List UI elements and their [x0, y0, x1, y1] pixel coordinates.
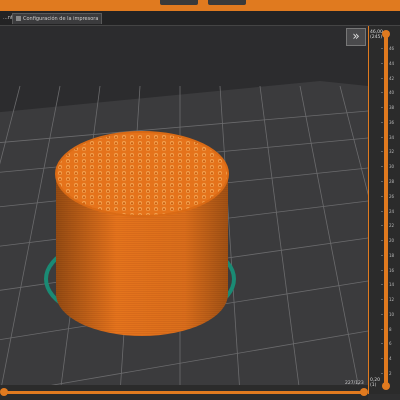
tick-mark	[381, 269, 383, 271]
tick-mark	[381, 62, 383, 64]
tick-mark	[381, 358, 383, 360]
tick-mark	[381, 299, 383, 301]
tick-label: 8	[389, 326, 392, 332]
tick-label: 46	[389, 46, 395, 51]
top-bar	[0, 0, 400, 11]
top-height-value: 46,00 (245)	[370, 30, 383, 40]
horizontal-slider-label: 227/123	[345, 381, 364, 386]
tick-mark	[381, 328, 383, 330]
tick-label: 12	[389, 297, 395, 303]
tick-mark	[381, 343, 383, 345]
tick-label: 22	[389, 223, 395, 229]
tick-label: 28	[389, 178, 395, 184]
tick-mark	[381, 254, 383, 256]
horizontal-slider-track	[4, 391, 364, 394]
printer-icon	[16, 16, 21, 21]
tick-label: 16	[389, 267, 395, 273]
horizontal-slider[interactable]: 227/123	[0, 381, 368, 400]
tick-label: 6	[389, 341, 392, 347]
tick-label: 36	[389, 119, 395, 125]
tick-label: 40	[389, 90, 395, 96]
tick-mark	[381, 373, 383, 374]
tab-printer-settings[interactable]: Configuración de la impresora	[12, 13, 103, 24]
bed-scene	[0, 81, 368, 394]
slider-fill	[384, 34, 388, 387]
tick-label: 14	[389, 282, 395, 288]
tick-label: 24	[389, 208, 395, 214]
tick-mark	[381, 313, 383, 315]
tick-label: 44	[389, 60, 395, 66]
tick-mark	[381, 121, 383, 123]
tick-mark	[381, 166, 383, 168]
tick-mark	[381, 136, 383, 138]
tick-mark	[381, 225, 383, 227]
tick-label: 2	[389, 371, 392, 376]
tick-mark	[381, 180, 383, 182]
tick-label: 32	[389, 149, 395, 155]
slider-bottom-handle[interactable]	[382, 382, 390, 390]
horizontal-slider-handle[interactable]	[360, 388, 368, 396]
tick-label: 4	[389, 356, 392, 362]
top-button[interactable]	[208, 0, 246, 5]
layer-slider[interactable]: 46,00 (245) 0,20 (1) 46 44 42 40 38 36 34 32 30 2…	[368, 26, 400, 394]
tick-mark	[381, 284, 383, 286]
tab-bar: ...nta Configuración de la impresora	[0, 11, 400, 26]
tick-mark	[381, 240, 383, 242]
tick-mark	[381, 77, 383, 79]
tick-mark	[381, 195, 383, 197]
tab-label: Configuración de la impresora	[23, 16, 99, 22]
tick-label: 30	[389, 164, 395, 170]
top-button[interactable]	[160, 0, 198, 5]
tick-label: 26	[389, 193, 395, 199]
double-chevron-right-icon[interactable]: »	[346, 28, 366, 46]
tick-label: 34	[389, 134, 395, 140]
tick-mark	[381, 151, 383, 153]
tick-mark	[381, 210, 383, 212]
horizontal-slider-left-handle[interactable]	[0, 388, 8, 396]
tick-mark	[381, 107, 383, 109]
tick-mark	[381, 48, 383, 49]
3d-viewport[interactable]: »	[0, 26, 368, 394]
tick-label: 38	[389, 105, 395, 111]
tick-mark	[381, 92, 383, 94]
tick-label: 42	[389, 75, 395, 81]
tick-label: 18	[389, 252, 395, 258]
tick-label: 20	[389, 238, 395, 244]
slider-top-handle[interactable]	[382, 30, 390, 38]
bottom-height-value: 0,20 (1)	[370, 378, 381, 388]
tick-label: 10	[389, 311, 395, 317]
